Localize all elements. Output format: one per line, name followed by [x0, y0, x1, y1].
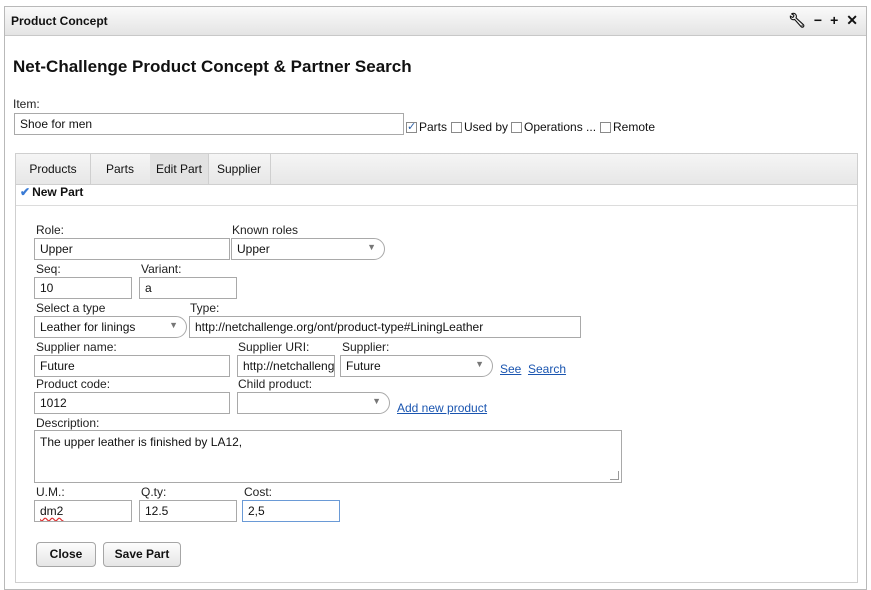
type-label: Type:: [190, 301, 220, 315]
add-new-product-link[interactable]: Add new product: [397, 401, 487, 415]
type-input[interactable]: http://netchallenge.org/ont/product-type…: [189, 316, 581, 338]
cost-label: Cost:: [244, 485, 273, 499]
close-button[interactable]: Close: [36, 542, 96, 567]
remote-checkbox[interactable]: Remote: [600, 120, 655, 134]
see-link[interactable]: See: [500, 362, 521, 376]
role-label: Role:: [36, 223, 65, 237]
search-link[interactable]: Search: [528, 362, 566, 376]
um-label: U.M.:: [36, 485, 65, 499]
tab-edit-part[interactable]: Edit Part: [150, 154, 209, 184]
qty-label: Q.ty:: [141, 485, 167, 499]
um-input[interactable]: dm2: [34, 500, 132, 522]
maximize-icon[interactable]: +: [830, 12, 838, 29]
qty-input[interactable]: 12.5: [139, 500, 237, 522]
supplier-value: Future: [346, 359, 381, 373]
child-product-select[interactable]: ▼: [237, 392, 390, 414]
supplier-name-label: Supplier name:: [36, 340, 117, 354]
known-roles-label: Known roles: [232, 223, 299, 237]
new-part-section-header[interactable]: ✔ New Part: [16, 185, 857, 206]
item-label: Item:: [13, 97, 40, 111]
window-title: Product Concept: [11, 14, 108, 28]
description-value: The upper leather is finished by LA12,: [40, 435, 243, 449]
cost-input[interactable]: 2,5: [242, 500, 340, 522]
resize-grip-icon[interactable]: [610, 471, 619, 480]
supplier-uri-input[interactable]: http://netchallenge: [237, 355, 335, 377]
minimize-icon[interactable]: −: [814, 12, 822, 29]
child-product-label: Child product:: [238, 377, 313, 391]
item-input[interactable]: Shoe for men: [14, 113, 404, 135]
description-label: Description:: [36, 416, 100, 430]
used-by-check-box[interactable]: [451, 121, 462, 133]
known-roles-select[interactable]: Upper ▼: [231, 238, 385, 260]
dropdown-arrow-icon: ▼: [475, 359, 484, 369]
section-title: New Part: [32, 185, 84, 199]
tab-products[interactable]: Products: [16, 154, 91, 184]
supplier-name-input[interactable]: Future: [34, 355, 230, 377]
parts-check-label: Parts: [419, 120, 448, 134]
um-value: dm2: [40, 504, 64, 518]
select-type-select[interactable]: Leather for linings ▼: [34, 316, 187, 338]
remote-check-box[interactable]: [600, 121, 611, 133]
product-code-input[interactable]: 1012: [34, 392, 230, 414]
description-textarea[interactable]: The upper leather is finished by LA12,: [34, 430, 622, 483]
variant-input[interactable]: a: [139, 277, 237, 299]
close-icon[interactable]: ✕: [846, 12, 858, 29]
parts-checkbox[interactable]: Parts: [406, 120, 447, 134]
checkmark-icon: ✔: [20, 185, 31, 199]
operations-check-label: Operations ...: [524, 120, 597, 134]
supplier-label: Supplier:: [342, 340, 390, 354]
tab-bar: Products Parts Edit Part Supplier: [16, 154, 857, 185]
used-by-check-label: Used by: [464, 120, 509, 134]
variant-label: Variant:: [141, 262, 182, 276]
wrench-icon[interactable]: 🔧︎: [788, 12, 806, 29]
parts-check-box[interactable]: [406, 120, 417, 133]
page-title: Net-Challenge Product Concept & Partner …: [13, 57, 412, 76]
select-type-value: Leather for linings: [40, 320, 136, 334]
used-by-checkbox[interactable]: Used by: [451, 120, 508, 134]
operations-checkbox[interactable]: Operations ...: [511, 120, 596, 134]
tab-parts[interactable]: Parts: [90, 154, 151, 184]
window-controls: 🔧︎ − + ✕: [788, 12, 858, 29]
tab-supplier[interactable]: Supplier: [208, 154, 271, 184]
window-titlebar: Product Concept 🔧︎ − + ✕: [5, 7, 866, 36]
seq-label: Seq:: [36, 262, 61, 276]
role-input[interactable]: Upper: [34, 238, 230, 260]
save-part-button[interactable]: Save Part: [103, 542, 181, 567]
supplier-select[interactable]: Future ▼: [340, 355, 493, 377]
operations-check-box[interactable]: [511, 121, 522, 133]
dropdown-arrow-icon: ▼: [169, 320, 178, 330]
seq-input[interactable]: 10: [34, 277, 132, 299]
known-roles-value: Upper: [237, 242, 270, 256]
supplier-uri-label: Supplier URI:: [238, 340, 310, 354]
select-type-label: Select a type: [36, 301, 106, 315]
dropdown-arrow-icon: ▼: [372, 396, 381, 406]
remote-check-label: Remote: [613, 120, 656, 134]
product-code-label: Product code:: [36, 377, 111, 391]
dropdown-arrow-icon: ▼: [367, 242, 376, 252]
